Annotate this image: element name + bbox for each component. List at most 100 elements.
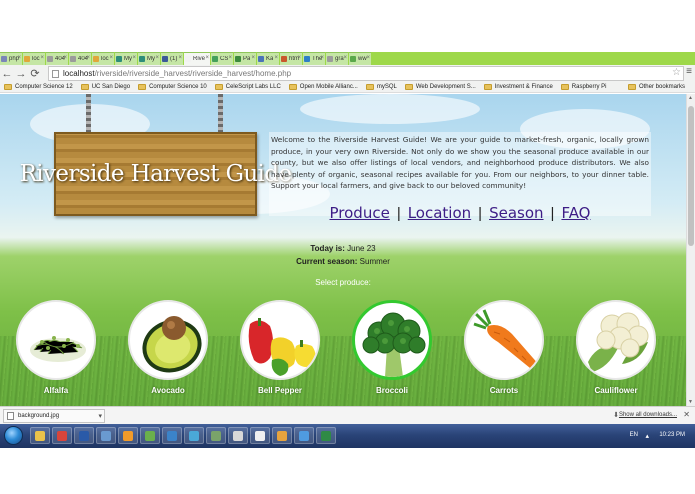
bookmark-folder[interactable]: CeleScript Labs LLC (214, 84, 281, 90)
windows-icon (101, 430, 111, 441)
tab-close-icon[interactable]: × (343, 55, 347, 61)
tab-close-icon[interactable]: × (178, 55, 182, 61)
browser-icon (189, 430, 199, 441)
scroll-up-icon[interactable]: ▲ (688, 95, 693, 101)
tab-close-icon[interactable]: × (320, 55, 324, 61)
browser-tab[interactable]: ww × (349, 52, 371, 65)
tab-close-icon[interactable]: × (205, 55, 209, 61)
bookmark-folder[interactable]: Raspberry Pi (560, 84, 606, 90)
nav-produce[interactable]: Produce (330, 204, 390, 222)
browser-tab[interactable]: The × (303, 52, 325, 65)
cauliflower-icon (588, 312, 649, 372)
other-bookmarks[interactable]: Other bookmarks (627, 84, 685, 90)
taskbar-excel-button[interactable] (316, 427, 336, 444)
taskbar-notepad-button[interactable] (250, 427, 270, 444)
bookmark-folder[interactable]: UC San Diego (80, 84, 130, 90)
site-nav: Produce | Location | Season | FAQ (329, 204, 591, 222)
produce-bell-pepper[interactable]: Bell Pepper (240, 300, 320, 400)
browser-tab[interactable]: CS × (211, 52, 233, 65)
browser-tab[interactable]: htm × (280, 52, 302, 65)
tab-close-icon[interactable]: × (40, 55, 44, 61)
bookmark-folder[interactable]: Open Mobile Allianc... (288, 84, 358, 90)
tab-favicon-icon (162, 56, 168, 62)
clock[interactable]: 10:23 PM (659, 432, 685, 438)
tab-close-icon[interactable]: × (251, 55, 255, 61)
tab-close-icon[interactable]: × (366, 55, 370, 61)
browser-tab[interactable]: Pa × (234, 52, 256, 65)
nav-faq[interactable]: FAQ (561, 204, 590, 222)
tab-close-icon[interactable]: × (63, 55, 67, 61)
taskbar-folder-green-button[interactable] (140, 427, 160, 444)
produce-cauliflower[interactable]: Cauliflower (576, 300, 656, 400)
bookmark-folder[interactable]: mySQL (365, 84, 397, 90)
start-button[interactable] (4, 426, 23, 445)
nav-location[interactable]: Location (408, 204, 471, 222)
taskbar-tool-button[interactable] (206, 427, 226, 444)
carrot-icon (473, 309, 540, 370)
tab-close-icon[interactable]: × (17, 55, 21, 61)
taskbar-explorer-button[interactable] (30, 427, 50, 444)
bookmark-star-icon[interactable]: ☆ (672, 67, 681, 78)
scroll-thumb[interactable] (688, 106, 694, 246)
browser-tab[interactable]: php × (0, 52, 22, 65)
browser-tab[interactable]: My × (138, 52, 160, 65)
dropdown-arrow-icon[interactable]: ▾ (98, 412, 102, 420)
bookmark-folder[interactable]: Investment & Finance (483, 84, 553, 90)
taskbar-paint-button[interactable] (272, 427, 292, 444)
language-indicator[interactable]: EN (630, 432, 638, 438)
produce-avocado[interactable]: Avocado (128, 300, 208, 400)
nav-season[interactable]: Season (489, 204, 543, 222)
taskbar-browser-button[interactable] (184, 427, 204, 444)
browser-tab[interactable]: gra × (326, 52, 348, 65)
tab-close-icon[interactable]: × (228, 55, 232, 61)
vertical-scrollbar[interactable]: ▲ ▼ (686, 94, 695, 406)
bookmark-folder[interactable]: Computer Science 10 (138, 84, 207, 90)
tab-close-icon[interactable]: × (132, 55, 136, 61)
tab-favicon-icon (281, 56, 287, 62)
tab-title: gra (335, 56, 344, 62)
browser-tab[interactable]: loc × (92, 52, 114, 65)
bookmark-folder[interactable]: Computer Science 12 (4, 84, 73, 90)
browser-tab[interactable]: Rive × (184, 52, 210, 65)
browser-tab[interactable]: (1) × (161, 52, 183, 65)
produce-carrots[interactable]: Carrots (464, 300, 544, 400)
taskbar-photos-button[interactable] (162, 427, 182, 444)
back-button[interactable]: ← (0, 67, 14, 81)
season-line: Current season: Summer (0, 257, 686, 266)
browser-tab[interactable]: My × (115, 52, 137, 65)
tab-favicon-icon (70, 56, 76, 62)
tab-close-icon[interactable]: × (297, 55, 301, 61)
tab-title: Rive (193, 56, 206, 62)
taskbar-media-button[interactable] (118, 427, 138, 444)
forward-button[interactable]: → (14, 67, 28, 81)
tab-favicon-icon (258, 56, 264, 62)
broccoli-icon (362, 312, 426, 377)
taskbar-terminal-button[interactable] (228, 427, 248, 444)
taskbar-photoshop-button[interactable] (74, 427, 94, 444)
reload-button[interactable]: ⟳ (28, 67, 42, 81)
taskbar-network-button[interactable] (294, 427, 314, 444)
browser-tab[interactable]: loc × (23, 52, 45, 65)
tray-icons[interactable]: ▴ (645, 432, 649, 440)
close-icon[interactable]: ✕ (683, 410, 690, 419)
menu-icon[interactable]: ≡ (686, 66, 692, 77)
tab-close-icon[interactable]: × (274, 55, 278, 61)
taskbar-windows-button[interactable] (96, 427, 116, 444)
address-bar[interactable]: localhost /riverside/riverside_harvest/r… (48, 66, 684, 81)
taskbar-chrome-button[interactable] (52, 427, 72, 444)
produce-broccoli[interactable]: Broccoli (352, 300, 432, 400)
tab-close-icon[interactable]: × (109, 55, 113, 61)
media-icon (123, 430, 133, 441)
bookmark-folder[interactable]: Web Development S... (404, 84, 476, 90)
tab-favicon-icon (93, 56, 99, 62)
notepad-icon (255, 430, 265, 441)
tab-close-icon[interactable]: × (86, 55, 90, 61)
browser-tab[interactable]: 404 × (69, 52, 91, 65)
browser-tab[interactable]: Ka × (257, 52, 279, 65)
show-all-downloads-link[interactable]: Show all downloads... (619, 412, 677, 418)
browser-tab[interactable]: 404 × (46, 52, 68, 65)
download-item[interactable]: background.jpg ▾ (3, 409, 105, 423)
produce-alfalfa[interactable]: Alfalfa (16, 300, 96, 400)
scroll-down-icon[interactable]: ▼ (688, 399, 693, 405)
tab-close-icon[interactable]: × (155, 55, 159, 61)
